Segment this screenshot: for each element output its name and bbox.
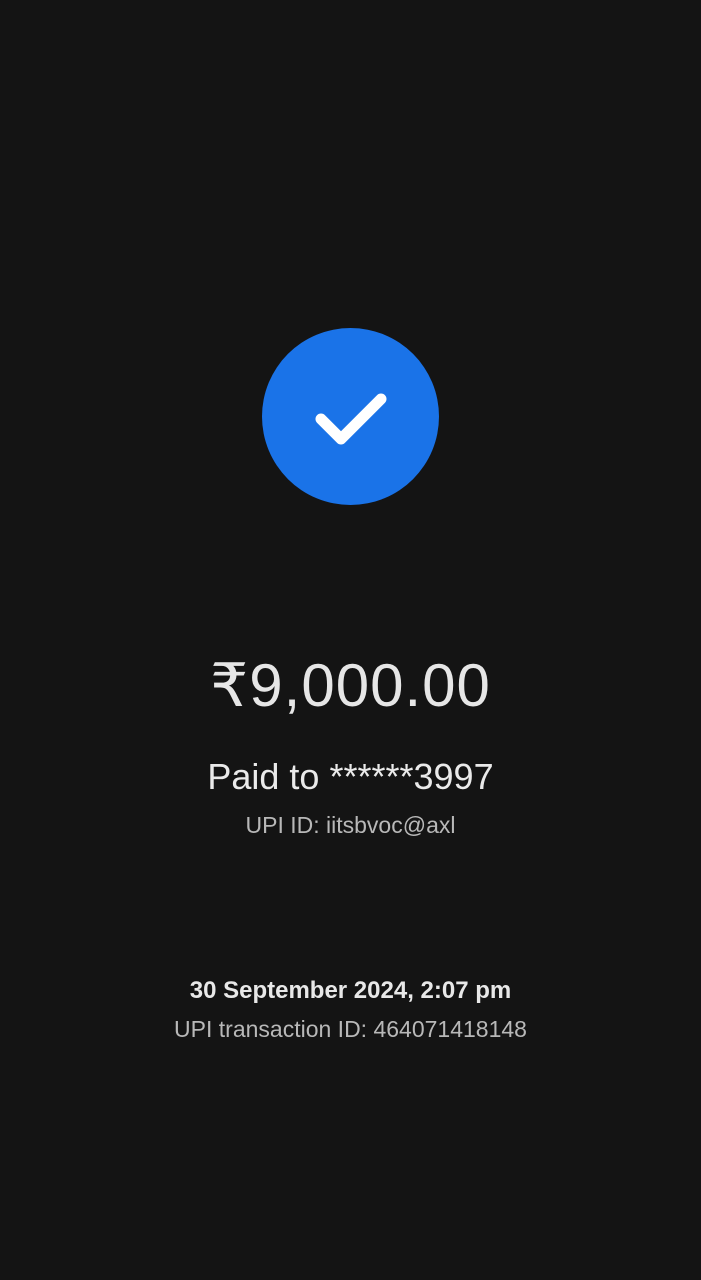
transaction-datetime: 30 September 2024, 2:07 pm [189, 977, 512, 1004]
transaction-id: UPI transaction ID: 464071418148 [174, 1016, 527, 1042]
payee-upi-id: UPI ID: iitsbvoc@axl [245, 812, 456, 838]
success-badge [262, 328, 439, 505]
check-icon [315, 393, 386, 444]
payment-success-screen: ₹9,000.00 Paid to ******3997 UPI ID: iit… [0, 0, 701, 1280]
payee-label: Paid to ******3997 [207, 756, 494, 797]
payment-amount: ₹9,000.00 [210, 652, 491, 719]
